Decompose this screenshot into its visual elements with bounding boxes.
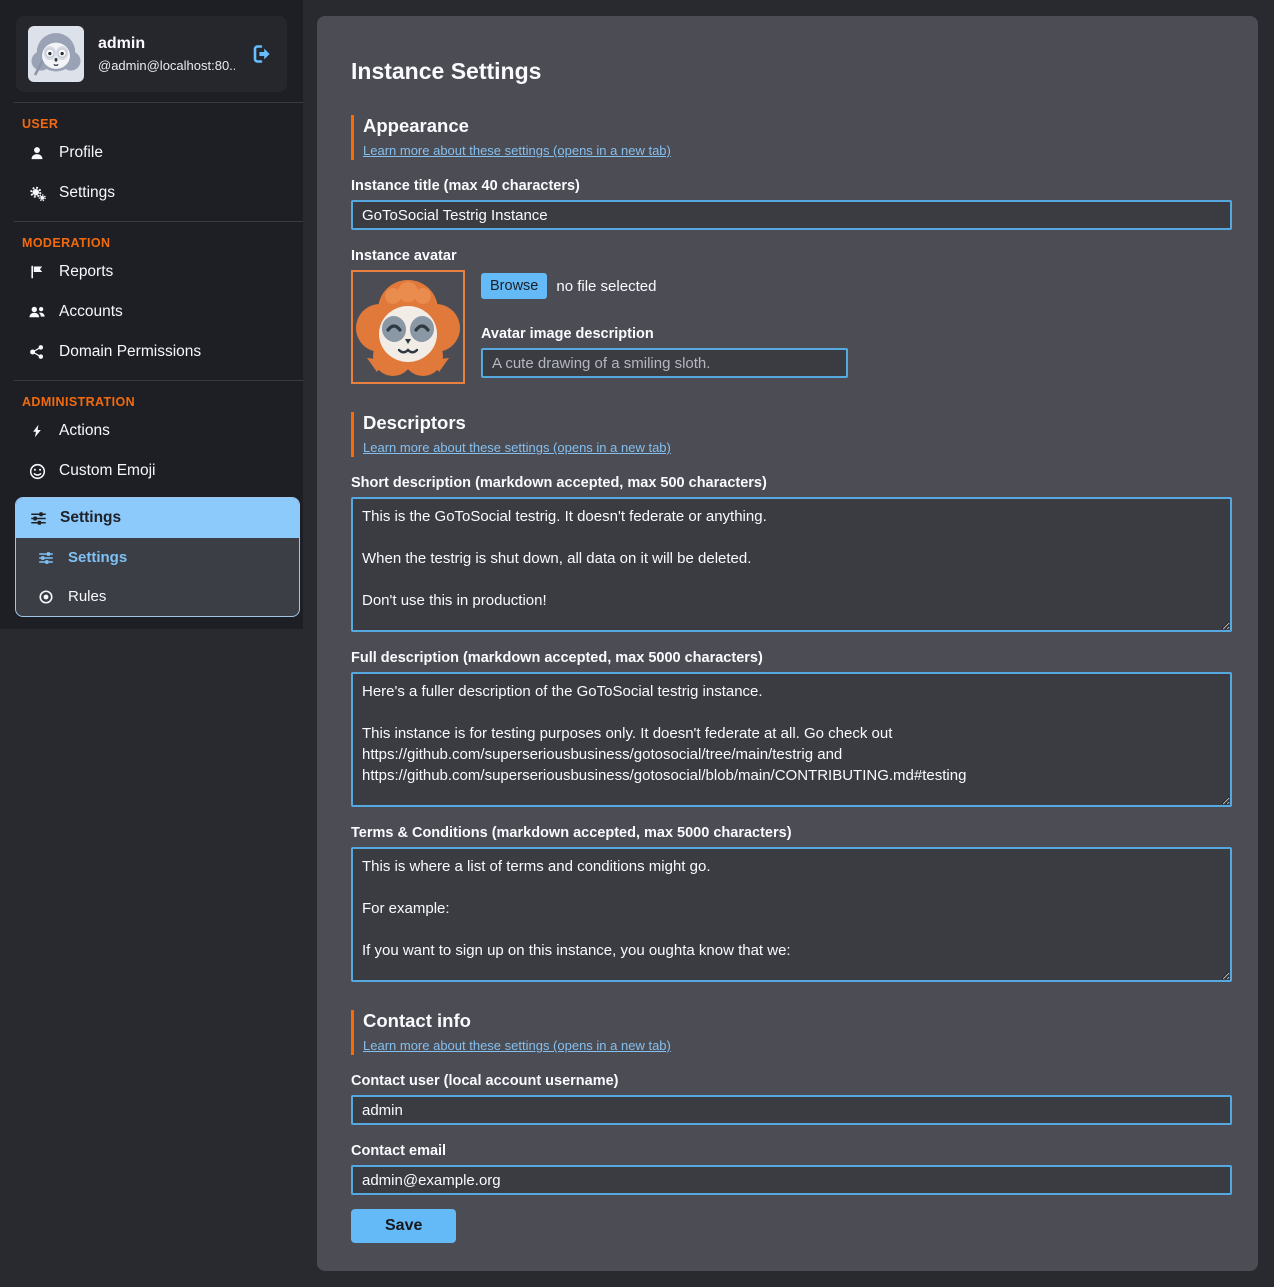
user-handle: @admin@localhost:80...: [98, 58, 235, 73]
file-status-text: no file selected: [556, 278, 656, 295]
file-input-row: Browse no file selected: [481, 273, 848, 299]
user-meta: admin @admin@localhost:80...: [98, 35, 235, 73]
short-description-label: Short description (markdown accepted, ma…: [351, 475, 1232, 491]
sidebar-item-reports[interactable]: Reports: [0, 252, 303, 292]
section-descriptors: Descriptors Learn more about these setti…: [351, 412, 1232, 457]
sidebar-item-admin-settings[interactable]: Settings: [16, 498, 299, 538]
full-description-label: Full description (markdown accepted, max…: [351, 650, 1232, 666]
instance-avatar-label: Instance avatar: [351, 248, 1232, 264]
sidebar-heading-administration: ADMINISTRATION: [0, 385, 303, 411]
page-title: Instance Settings: [351, 58, 1232, 85]
learn-more-link[interactable]: Learn more about these settings (opens i…: [363, 143, 671, 158]
sidebar-divider: [14, 102, 303, 103]
short-description-textarea[interactable]: This is the GoToSocial testrig. It doesn…: [351, 497, 1232, 632]
avatar-description-label: Avatar image description: [481, 326, 848, 342]
sidebar-item-label: Profile: [59, 144, 103, 162]
save-button[interactable]: Save: [351, 1209, 456, 1243]
browse-button[interactable]: Browse: [481, 273, 547, 299]
instance-title-label: Instance title (max 40 characters): [351, 178, 1232, 194]
sidebar-submenu: Settings Rules: [16, 538, 299, 616]
learn-more-link[interactable]: Learn more about these settings (opens i…: [363, 440, 671, 455]
section-heading: Appearance: [363, 115, 1232, 137]
user-icon: [28, 145, 46, 161]
dot-circle-icon: [37, 589, 55, 605]
user-name: admin: [98, 35, 235, 53]
terms-textarea[interactable]: This is where a list of terms and condit…: [351, 847, 1232, 982]
sidebar-item-label: Settings: [60, 509, 121, 527]
contact-user-label: Contact user (local account username): [351, 1073, 1232, 1089]
sliders-icon: [29, 510, 47, 527]
instance-avatar-controls: Browse no file selected Avatar image des…: [481, 270, 848, 384]
contact-email-label: Contact email: [351, 1143, 1232, 1159]
smile-icon: [28, 463, 46, 480]
sidebar-item-label: Actions: [59, 422, 110, 440]
instance-settings-panel: Instance Settings Appearance Learn more …: [317, 16, 1258, 1271]
gears-icon: [28, 185, 46, 202]
sidebar-divider: [14, 380, 303, 381]
sidebar-item-user-settings[interactable]: Settings: [0, 173, 303, 213]
avatar-description-input[interactable]: [481, 348, 848, 378]
sidebar-subitem-settings[interactable]: Settings: [16, 538, 299, 577]
sidebar-item-label: Reports: [59, 263, 113, 281]
sidebar-subitem-label: Settings: [68, 549, 127, 566]
sidebar-item-actions[interactable]: Actions: [0, 411, 303, 451]
instance-avatar-row: Browse no file selected Avatar image des…: [351, 270, 1232, 384]
user-card: admin @admin@localhost:80...: [16, 16, 287, 92]
flag-icon: [28, 264, 46, 280]
sidebar-heading-moderation: MODERATION: [0, 226, 303, 252]
bolt-icon: [28, 423, 46, 439]
sidebar-divider: [14, 221, 303, 222]
sidebar: admin @admin@localhost:80... USER Profil…: [0, 0, 303, 629]
terms-label: Terms & Conditions (markdown accepted, m…: [351, 825, 1232, 841]
app-root: admin @admin@localhost:80... USER Profil…: [0, 0, 1274, 1287]
sidebar-item-domain-permissions[interactable]: Domain Permissions: [0, 332, 303, 372]
sidebar-item-label: Accounts: [59, 303, 123, 321]
sidebar-item-label: Custom Emoji: [59, 462, 155, 480]
section-heading: Descriptors: [363, 412, 1232, 434]
share-nodes-icon: [28, 344, 46, 360]
sidebar-item-label: Settings: [59, 184, 115, 202]
sign-out-icon[interactable]: [249, 41, 275, 67]
section-contact-info: Contact info Learn more about these sett…: [351, 1010, 1232, 1055]
sidebar-subitem-rules[interactable]: Rules: [16, 577, 299, 616]
learn-more-link[interactable]: Learn more about these settings (opens i…: [363, 1038, 671, 1053]
sidebar-subitem-label: Rules: [68, 588, 106, 605]
users-icon: [28, 303, 46, 321]
sidebar-item-profile[interactable]: Profile: [0, 133, 303, 173]
section-heading: Contact info: [363, 1010, 1232, 1032]
section-appearance: Appearance Learn more about these settin…: [351, 115, 1232, 160]
instance-title-input[interactable]: [351, 200, 1232, 230]
full-description-textarea[interactable]: Here's a fuller description of the GoToS…: [351, 672, 1232, 807]
sidebar-heading-user: USER: [0, 107, 303, 133]
sidebar-item-accounts[interactable]: Accounts: [0, 292, 303, 332]
sidebar-settings-group: Settings: [15, 497, 300, 617]
sidebar-item-custom-emoji[interactable]: Custom Emoji: [0, 451, 303, 491]
sidebar-item-label: Domain Permissions: [59, 343, 201, 361]
instance-avatar-image: [351, 270, 465, 384]
user-avatar: [28, 26, 84, 82]
contact-user-input[interactable]: [351, 1095, 1232, 1125]
sliders-icon: [37, 550, 55, 566]
contact-email-input[interactable]: [351, 1165, 1232, 1195]
